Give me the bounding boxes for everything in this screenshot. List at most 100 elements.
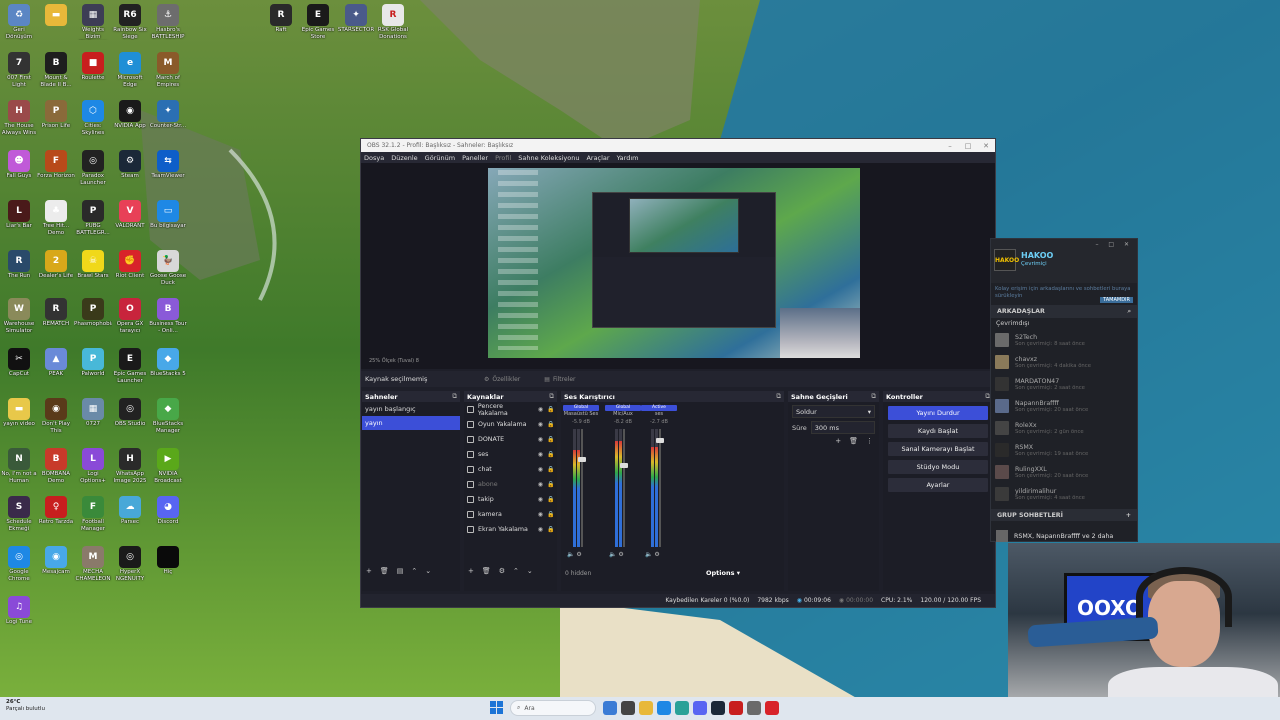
maximize-icon[interactable]: □	[959, 142, 977, 150]
source-item[interactable]: Ekran Yakalama ◉ 🔒	[464, 522, 557, 537]
desktop-icon[interactable]: F Forza Horizon	[37, 150, 75, 180]
source-item[interactable]: Oyun Yakalama ◉ 🔒	[464, 417, 557, 432]
chevron-down-icon[interactable]: ⌄	[425, 567, 431, 575]
taskbar-app-icon[interactable]	[675, 701, 689, 715]
desktop-icon[interactable]: W Warehouse Simulator	[0, 298, 38, 334]
dismiss-hint-button[interactable]: TAMAMDIR	[1100, 296, 1133, 303]
taskbar-search[interactable]: ⌕ Ara	[510, 700, 596, 716]
desktop-icon[interactable]: ◉ Don't Play This	[37, 398, 75, 434]
desktop-icon[interactable]: B Mount & Blade II B...	[37, 52, 75, 88]
desktop-icon[interactable]: ■ Roulette	[74, 52, 112, 82]
fader-knob[interactable]	[656, 438, 664, 443]
source-item[interactable]: DONATE ◉ 🔒	[464, 432, 557, 447]
minimize-icon[interactable]: –	[941, 142, 959, 150]
friend-item[interactable]: yildirimalihur Son çevrimiçi: 4 saat önce	[991, 483, 1137, 505]
desktop-icon[interactable]: E Epic Games Launcher	[111, 348, 149, 384]
desktop-icon[interactable]: 2 Dealer's Life	[37, 250, 75, 280]
desktop-icon[interactable]: P PUBG BATTLEGR...	[74, 200, 112, 236]
source-item[interactable]: chat ◉ 🔒	[464, 462, 557, 477]
mute-icon[interactable]: 🔈 ⚙	[645, 551, 660, 558]
offline-header[interactable]: Çevrimdışı	[991, 318, 1137, 329]
desktop-icon[interactable]: P Prison Life	[37, 100, 75, 130]
desktop-icon[interactable]: ◎ HyperX NGENUITY	[111, 546, 149, 582]
add-icon[interactable]: +	[468, 567, 474, 575]
taskbar-app-icon[interactable]	[765, 701, 779, 715]
friend-item[interactable]: S2Tech Son çevrimiçi: 8 saat önce	[991, 329, 1137, 351]
desktop-icon[interactable]: ☻ Fall Guys	[0, 150, 38, 180]
source-item[interactable]: takip ◉ 🔒	[464, 492, 557, 507]
desktop-icon[interactable]: N No, I'm not a Human	[0, 448, 38, 484]
visibility-icon[interactable]: ◉	[538, 496, 543, 503]
desktop-icon[interactable]: B BOMBANA Demo	[37, 448, 75, 484]
lock-icon[interactable]: 🔒	[547, 451, 555, 458]
taskbar-app-icon[interactable]	[711, 701, 725, 715]
menu-item[interactable]: Araçlar	[586, 154, 609, 162]
desktop-icon[interactable]: ▭ Bu bilgisayar	[149, 200, 187, 230]
chevron-down-icon[interactable]: ⌄	[527, 567, 533, 575]
friend-item[interactable]: NapannBraffff Son çevrimiçi: 20 saat önce	[991, 395, 1137, 417]
desktop-icon[interactable]: ▦ 0727	[74, 398, 112, 428]
desktop-icon[interactable]: H The House Always Wins	[0, 100, 38, 136]
source-item[interactable]: kamera ◉ 🔒	[464, 507, 557, 522]
visibility-icon[interactable]: ◉	[538, 466, 543, 473]
dock-menu-icon[interactable]: ⧉	[871, 392, 876, 401]
desktop-icon[interactable]: ◆ BlueStacks Manager	[149, 398, 187, 434]
mute-icon[interactable]: 🔈 ⚙	[567, 551, 582, 558]
source-item[interactable]: ses ◉ 🔒	[464, 447, 557, 462]
menu-item[interactable]: Görünüm	[425, 154, 455, 162]
desktop-icon[interactable]: ▦Weights Bizim Wallpaper	[74, 4, 112, 40]
lock-icon[interactable]: 🔒	[547, 406, 555, 413]
trash-icon[interactable]: 🗑	[482, 567, 491, 575]
volume-fader[interactable]	[620, 429, 628, 547]
lock-icon[interactable]: 🔒	[547, 526, 555, 533]
desktop-icon[interactable]: ◎ OBS Studio	[111, 398, 149, 428]
transition-select[interactable]: Soldur ▾	[792, 405, 875, 418]
taskbar-app-icon[interactable]	[747, 701, 761, 715]
desktop-icon[interactable]: ▶ NVIDIA Broadcast	[149, 448, 187, 484]
desktop-icon[interactable]: L Liar's Bar	[0, 200, 38, 230]
menu-item[interactable]: Sahne Koleksiyonu	[518, 154, 579, 162]
visibility-icon[interactable]: ◉	[538, 421, 543, 428]
chevron-up-icon[interactable]: ⌃	[513, 567, 519, 575]
desktop-icon[interactable]: ◆ BlueStacks 5	[149, 348, 187, 378]
taskbar-app-icon[interactable]	[621, 701, 635, 715]
desktop-icon[interactable]: H WhatsApp Image 2025	[111, 448, 149, 484]
friend-item[interactable]: chavxz Son çevrimiçi: 4 dakika önce	[991, 351, 1137, 373]
desktop-icon[interactable]: P Phasmophobia	[74, 298, 112, 328]
desktop-icon[interactable]: ⚓ Hasbro's BATTLESHIP	[149, 4, 187, 40]
close-icon[interactable]: ✕	[977, 142, 995, 150]
taskbar-app-icon[interactable]	[639, 701, 653, 715]
desktop-icon[interactable]: P Palworld	[74, 348, 112, 378]
desktop-icon[interactable]: B Business Tour - Onli...	[149, 298, 187, 334]
volume-fader[interactable]	[656, 429, 664, 547]
mute-icon[interactable]: 🔈 ⚙	[609, 551, 624, 558]
desktop-icon[interactable]: ✦ STARSECTOR	[337, 4, 375, 34]
properties-button[interactable]: ⚙ Özellikler	[484, 376, 520, 383]
dock-menu-icon[interactable]: ⧉	[776, 392, 781, 401]
duration-input[interactable]: 300 ms	[810, 421, 875, 434]
desktop-icon[interactable]: ✦ Counter-Str...	[149, 100, 187, 130]
gear-icon[interactable]: ⚙	[499, 567, 505, 575]
desktop-icon[interactable]: ◕ Discord	[149, 496, 187, 526]
steam-friends-window[interactable]: – □ ✕ HAKOO HAKOO Çevrimiçi Kolay erişim…	[990, 238, 1138, 542]
scene-item[interactable]: yayın	[362, 416, 460, 430]
desktop-icon[interactable]: ✊ Riot Client	[111, 250, 149, 280]
filter-icon[interactable]: ▤	[397, 567, 404, 575]
visibility-icon[interactable]: ◉	[538, 526, 543, 533]
search-icon[interactable]: ⌕	[1127, 308, 1131, 316]
desktop-icon[interactable]: ♣ Tree Hit... Demo	[37, 200, 75, 236]
desktop-icon[interactable]: ▬	[37, 4, 75, 27]
desktop-icon[interactable]: M March of Empires	[149, 52, 187, 88]
taskbar-app-icon[interactable]	[729, 701, 743, 715]
visibility-icon[interactable]: ◉	[538, 451, 543, 458]
menu-item[interactable]: Yardım	[617, 154, 639, 162]
desktop-icon[interactable]: E Epic Games Store	[299, 4, 337, 40]
desktop-icon[interactable]: ◉ NVIDIA App	[111, 100, 149, 130]
obs-preview-canvas[interactable]	[488, 168, 860, 358]
visibility-icon[interactable]: ◉	[538, 436, 543, 443]
desktop-icon[interactable]: O Opera GX tarayıcı	[111, 298, 149, 334]
avatar[interactable]: HAKOO	[994, 249, 1019, 271]
control-button[interactable]: Ayarlar	[888, 478, 988, 492]
desktop-icon[interactable]: e Microsoft Edge	[111, 52, 149, 88]
filters-button[interactable]: ▤ Filtreler	[544, 376, 575, 383]
